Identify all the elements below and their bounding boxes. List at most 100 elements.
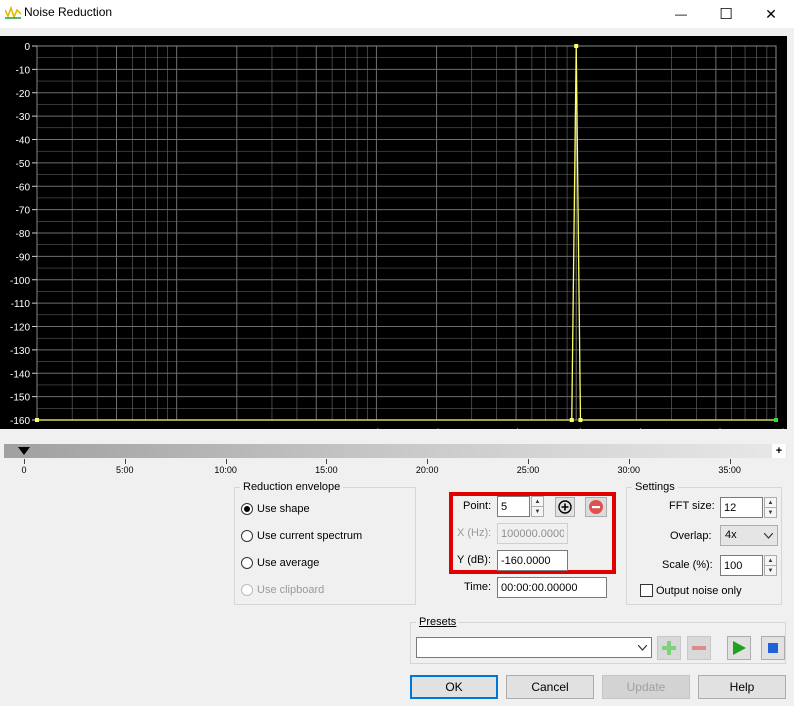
y-tick-label: -10 (16, 65, 31, 76)
y-tick-label: -110 (11, 299, 31, 310)
fft-size-spinner[interactable]: ▲ ▼ (764, 497, 777, 518)
y-tick-label: -40 (16, 136, 31, 147)
envelope-option-use-clipboard: Use clipboard (241, 584, 324, 596)
overlap-select[interactable]: 4x (720, 525, 778, 546)
x-tick-label: 100k (765, 428, 787, 429)
y-tick-label: -130 (10, 346, 30, 357)
timeline-tick-label: 5:00 (116, 465, 134, 475)
play-button[interactable] (727, 636, 751, 660)
x-hz-input (497, 523, 568, 544)
y-tick-label: -60 (16, 182, 31, 193)
timeline-tick-label: 20:00 (415, 465, 439, 475)
x-hz-label: X (Hz): (457, 527, 492, 539)
playhead-marker-icon[interactable] (18, 447, 30, 456)
ok-button[interactable]: OK (410, 675, 498, 699)
radio-button[interactable] (241, 503, 253, 515)
reduction-envelope-title: Reduction envelope (240, 481, 344, 493)
x-tick-label: 10k (568, 428, 585, 429)
x-tick-label: 100 (168, 428, 185, 429)
x-tick-label: 50 (111, 428, 123, 429)
overlap-label: Overlap: (670, 530, 712, 542)
y-tick-label: -80 (16, 229, 31, 240)
presets-title: Presets (416, 616, 460, 628)
y-tick-label: 0 (24, 42, 30, 53)
minus-icon (692, 646, 706, 650)
remove-point-button[interactable] (585, 497, 607, 517)
output-noise-label[interactable]: Output noise only (656, 585, 742, 597)
y-db-label: Y (dB): (457, 554, 492, 566)
remove-preset-button[interactable] (687, 636, 711, 660)
envelope-point[interactable] (574, 44, 579, 48)
envelope-point[interactable] (35, 418, 39, 422)
window-title: Noise Reduction (24, 5, 113, 19)
x-tick-label: 200 (228, 428, 245, 429)
y-tick-label: -20 (16, 89, 31, 100)
x-tick-label: 20k (628, 428, 645, 429)
timeline-tick-label: 15:00 (315, 465, 338, 475)
timeline-tick (528, 459, 529, 464)
envelope-point[interactable] (578, 418, 583, 422)
timeline-bar[interactable] (4, 444, 787, 458)
add-preset-button[interactable] (657, 636, 681, 660)
scale-spinner[interactable]: ▲ ▼ (764, 555, 777, 576)
y-tick-label: -140 (10, 369, 30, 380)
radio-label: Use clipboard (257, 584, 325, 596)
zoom-in-button[interactable]: + (772, 444, 786, 458)
x-tick-label: 1k (371, 428, 383, 429)
overlap-value: 4x (725, 529, 737, 541)
envelope-point[interactable] (569, 418, 574, 422)
timeline-tick-label: 30:00 (617, 465, 641, 475)
presets-dropdown[interactable] (416, 637, 652, 658)
settings-title: Settings (632, 481, 678, 493)
radio-button (241, 584, 253, 596)
envelope-option-use-shape[interactable]: Use shape (241, 503, 310, 515)
timeline-tick-label: 35:00 (718, 465, 741, 475)
noise-graph-canvas[interactable]: 0 -10 -20 -30 -40 -50 -60 -70 -80 -90 -100 -110 -120… (0, 36, 788, 439)
x-tick-label: 50k (708, 428, 725, 429)
maximize-button[interactable]: ☐ (703, 0, 749, 28)
close-button[interactable]: ✕ (748, 0, 794, 28)
timeline-tick-label: 25:00 (516, 465, 540, 475)
chevron-down-icon (764, 533, 773, 539)
point-spinner[interactable]: ▲ ▼ (531, 496, 544, 517)
radio-button[interactable] (241, 557, 253, 569)
envelope-point[interactable] (774, 418, 778, 422)
add-point-icon (558, 500, 572, 514)
point-label: Point: (463, 500, 492, 512)
maximize-icon: ☐ (719, 6, 733, 23)
y-tick-label: -70 (16, 206, 31, 217)
timeline-tick-label: 10:00 (214, 465, 237, 475)
y-tick-label: -160 (10, 416, 30, 427)
time-label: Time: (464, 581, 492, 593)
timeline-tick (427, 459, 429, 464)
output-noise-checkbox[interactable] (640, 584, 653, 597)
help-button[interactable]: Help (698, 675, 786, 699)
radio-label: Use current spectrum (257, 530, 363, 542)
envelope-option-use-current-spectrum[interactable]: Use current spectrum (241, 530, 362, 542)
play-icon (733, 641, 746, 655)
plus-icon (662, 641, 676, 655)
fft-size-input[interactable] (720, 497, 763, 518)
add-point-button[interactable] (555, 497, 575, 517)
app-icon (5, 6, 21, 20)
chevron-down-icon (638, 645, 647, 651)
envelope-option-use-average[interactable]: Use average (241, 557, 319, 569)
y-tick-label: -120 (10, 323, 30, 334)
time-input[interactable] (497, 577, 607, 598)
y-tick-label: -50 (16, 159, 31, 170)
radio-button[interactable] (241, 530, 253, 542)
stop-button[interactable] (761, 636, 785, 660)
timeline-tick (729, 459, 731, 464)
timeline-tick (124, 459, 126, 464)
minimize-button[interactable]: — (658, 0, 704, 28)
timeline-tick (24, 459, 25, 464)
timeline-tick (225, 459, 227, 464)
noise-graph[interactable]: 0 -10 -20 -30 -40 -50 -60 -70 -80 -90 -100 -110 -120… (0, 36, 788, 439)
scale-input[interactable] (720, 555, 763, 576)
scale-label: Scale (%): (662, 559, 713, 571)
point-input[interactable] (497, 496, 530, 517)
cancel-button[interactable]: Cancel (506, 675, 594, 699)
fft-size-label: FFT size: (669, 500, 715, 512)
y-db-input[interactable] (497, 550, 568, 571)
radio-label: Use average (257, 557, 320, 569)
